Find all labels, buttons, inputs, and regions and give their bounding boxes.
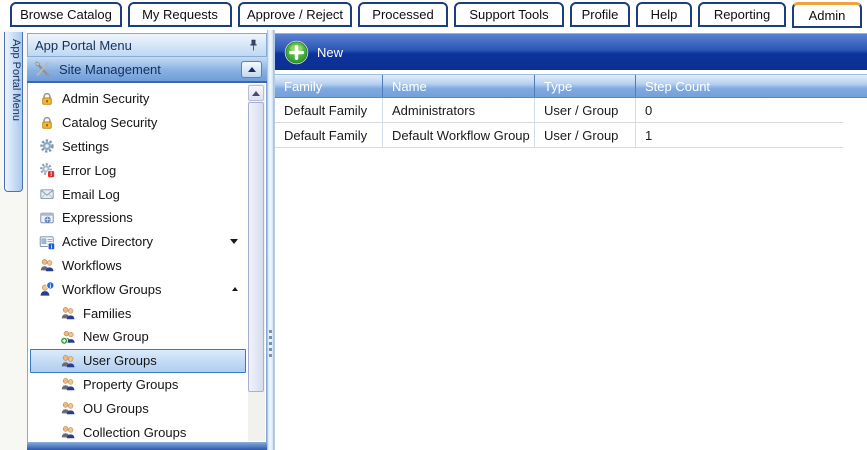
tab-my-requests[interactable]: My Requests — [128, 2, 232, 27]
sidebar-item-admin-security[interactable]: Admin Security — [28, 87, 246, 111]
new-button-label: New — [317, 45, 343, 60]
table-row[interactable]: Default FamilyAdministratorsUser / Group… — [275, 98, 843, 123]
sidebar-scrollbar[interactable] — [248, 84, 265, 441]
sidebar-item-label: Email Log — [62, 187, 120, 202]
scrollbar-thumb[interactable] — [248, 102, 264, 392]
sidebar-item-error-log[interactable]: ! Error Log — [28, 158, 246, 182]
table-cell: Default Family — [275, 98, 383, 122]
sidebar-menu: Admin Security Catalog Security Settings! E… — [27, 83, 267, 443]
window-icon — [39, 210, 56, 226]
sidebar-item-label: New Group — [83, 329, 149, 344]
sidebar-item-new-group[interactable]: New Group — [28, 325, 246, 349]
sidebar-title: App Portal Menu — [35, 38, 132, 53]
envelope-icon — [39, 186, 56, 202]
collapse-section-button[interactable] — [241, 61, 262, 78]
add-icon — [284, 40, 309, 65]
sidebar-item-property-groups[interactable]: Property Groups — [28, 373, 246, 397]
gear-error-icon: ! — [39, 162, 56, 178]
sidebar-item-email-log[interactable]: Email Log — [28, 182, 246, 206]
tab-approve-reject[interactable]: Approve / Reject — [238, 2, 352, 27]
tools-icon — [33, 60, 52, 79]
sidebar-item-expressions[interactable]: Expressions — [28, 206, 246, 230]
tab-profile[interactable]: Profile — [570, 2, 630, 27]
sidebar-item-label: User Groups — [83, 353, 157, 368]
sidebar-item-workflow-groups[interactable]: i Workflow Groups — [28, 277, 246, 301]
table-cell: Default Workflow Group — [383, 123, 535, 147]
sidebar-item-label: Property Groups — [83, 377, 178, 392]
left-dock-strip: App Portal Menu — [0, 30, 27, 450]
table-body: Default FamilyAdministratorsUser / Group… — [275, 98, 867, 148]
sidebar-item-label: Workflow Groups — [62, 282, 161, 297]
vertical-app-portal-menu-tab[interactable]: App Portal Menu — [4, 32, 23, 192]
person-info-icon: i — [39, 281, 56, 297]
contact-card-icon: i — [39, 234, 56, 250]
sidebar: App Portal Menu Site Management Admin Se… — [27, 30, 267, 450]
scroll-up-button[interactable] — [248, 85, 264, 101]
tab-admin[interactable]: Admin — [792, 2, 862, 28]
sidebar-item-workflows[interactable]: Workflows — [28, 254, 246, 278]
column-header-step-count[interactable]: Step Count — [636, 75, 843, 97]
sidebar-item-label: Active Directory — [62, 234, 153, 249]
sidebar-section-title: Site Management — [59, 62, 161, 77]
sidebar-item-label: Settings — [62, 139, 109, 154]
sidebar-item-label: Families — [83, 306, 131, 321]
chevron-up-icon[interactable] — [232, 287, 238, 291]
sidebar-item-settings[interactable]: Settings — [28, 135, 246, 159]
people-icon — [60, 353, 77, 369]
table-cell: User / Group — [535, 123, 636, 147]
table-cell: Administrators — [383, 98, 535, 122]
table-cell: Default Family — [275, 123, 383, 147]
splitter-grip-icon — [269, 330, 272, 357]
tab-browse-catalog[interactable]: Browse Catalog — [10, 2, 122, 27]
people-icon — [60, 305, 77, 321]
column-header-family[interactable]: Family — [275, 75, 383, 97]
sidebar-item-label: Expressions — [62, 210, 133, 225]
sidebar-section-site-management[interactable]: Site Management — [27, 57, 267, 83]
lock-icon — [39, 91, 56, 107]
sidebar-item-label: Catalog Security — [62, 115, 157, 130]
sidebar-item-ou-groups[interactable]: OU Groups — [28, 396, 246, 420]
tab-bar: Browse CatalogMy RequestsApprove / Rejec… — [0, 0, 867, 30]
svg-text:!: ! — [50, 171, 52, 178]
lock-icon — [39, 115, 56, 131]
column-header-name[interactable]: Name — [383, 75, 535, 97]
main-panel: New FamilyNameTypeStep Count Default Fam… — [274, 30, 867, 450]
sidebar-item-label: Collection Groups — [83, 425, 186, 440]
sidebar-item-label: OU Groups — [83, 401, 149, 416]
tab-processed[interactable]: Processed — [358, 2, 448, 27]
sidebar-item-collection-groups[interactable]: Collection Groups — [28, 420, 246, 443]
toolbar: New — [275, 33, 867, 70]
column-header-type[interactable]: Type — [535, 75, 636, 97]
sidebar-item-label: Admin Security — [62, 91, 149, 106]
people-icon — [60, 376, 77, 392]
people-add-icon — [60, 329, 77, 345]
people-icon — [60, 424, 77, 440]
chevron-down-icon[interactable] — [230, 239, 238, 244]
table-cell: User / Group — [535, 98, 636, 122]
sidebar-item-catalog-security[interactable]: Catalog Security — [28, 111, 246, 135]
sidebar-header: App Portal Menu — [27, 33, 267, 57]
sidebar-item-active-directory[interactable]: i Active Directory — [28, 230, 246, 254]
sidebar-menu-items: Admin Security Catalog Security Settings! E… — [28, 87, 266, 443]
sidebar-bottom-bar — [27, 443, 267, 450]
people-icon — [60, 400, 77, 416]
tab-reporting[interactable]: Reporting — [698, 2, 786, 27]
tab-help[interactable]: Help — [636, 2, 692, 27]
gear-icon — [39, 138, 56, 154]
sidebar-item-label: Workflows — [62, 258, 122, 273]
sidebar-item-user-groups[interactable]: User Groups — [30, 349, 246, 373]
sidebar-item-label: Error Log — [62, 163, 116, 178]
pin-icon[interactable] — [248, 39, 259, 52]
panel-splitter[interactable] — [267, 30, 274, 450]
sidebar-item-families[interactable]: Families — [28, 301, 246, 325]
table-header: FamilyNameTypeStep Count — [275, 74, 867, 98]
table-row[interactable]: Default FamilyDefault Workflow GroupUser… — [275, 123, 843, 148]
tab-support-tools[interactable]: Support Tools — [454, 2, 564, 27]
people-icon — [39, 257, 56, 273]
table-cell: 0 — [636, 98, 843, 122]
table-cell: 1 — [636, 123, 843, 147]
new-button[interactable]: New — [284, 40, 343, 65]
